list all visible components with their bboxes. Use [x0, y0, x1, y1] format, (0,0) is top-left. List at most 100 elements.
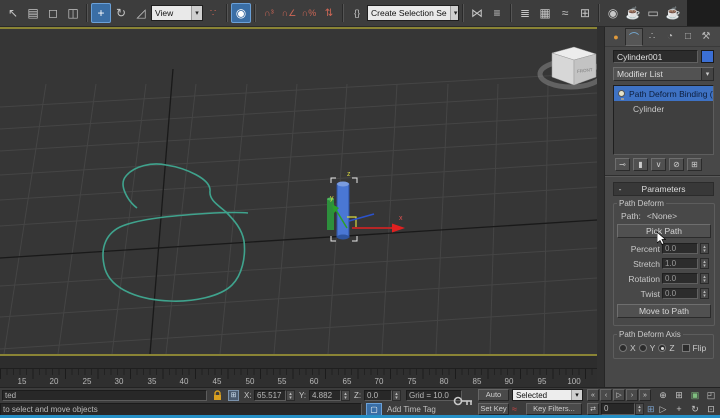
axis-y-radio[interactable]	[638, 344, 647, 352]
chevron-down-icon[interactable]: ▾	[191, 6, 202, 20]
stretch-spinner[interactable]: ▴ ▾	[700, 258, 709, 269]
modifier-list-dropdown[interactable]: Modifier List ▾	[613, 67, 714, 81]
cylinder-object[interactable]	[336, 181, 350, 240]
viewport-canvas[interactable]: x y z FRONT	[0, 29, 597, 354]
rotation-spinner[interactable]: ▴ ▾	[700, 273, 709, 284]
time-slider-ruler[interactable]: 15 20 25 30 35 40 45 50 55 60 65 70 75 8…	[0, 369, 597, 387]
selection-lock-icon[interactable]	[212, 390, 223, 401]
mirror-icon[interactable]: ⋈	[467, 3, 487, 23]
select-and-move-icon[interactable]: +	[91, 3, 111, 23]
x-coordinate-input[interactable]: 65.517	[254, 390, 286, 401]
green-object[interactable]	[327, 197, 334, 231]
gizmo-x-arrowhead[interactable]	[392, 223, 405, 233]
align-icon[interactable]: ≡	[487, 3, 507, 23]
key-mode-toggle-icon[interactable]: ⇄	[587, 403, 599, 415]
render-production-icon[interactable]: ☕	[663, 3, 683, 23]
viewcube[interactable]: FRONT	[537, 46, 597, 90]
z-spinner[interactable]: ▴ ▾	[392, 390, 401, 401]
chevron-down-icon[interactable]: ▾	[449, 6, 458, 20]
axis-z-radio[interactable]	[658, 344, 667, 352]
remove-modifier-icon[interactable]: ⊘	[669, 158, 684, 171]
perspective-viewport[interactable]: x y z FRONT	[0, 27, 597, 356]
field-of-view-icon[interactable]: ▷	[656, 403, 670, 415]
z-coordinate-input[interactable]: 0.0	[364, 390, 392, 401]
zoom-region-icon[interactable]: ◰	[704, 389, 718, 401]
window-crossing-icon[interactable]: ◫	[63, 3, 83, 23]
pan-icon[interactable]: +	[672, 403, 686, 415]
tab-create-icon[interactable]: ●	[607, 28, 625, 46]
pin-stack-icon[interactable]: ⊸	[615, 158, 630, 171]
play-button[interactable]: ▷	[613, 389, 625, 401]
y-spinner[interactable]: ▴ ▾	[341, 390, 350, 401]
add-time-tag[interactable]: Add Time Tag	[387, 405, 436, 414]
selection-region-icon[interactable]: ◻	[43, 3, 63, 23]
object-name-input[interactable]: Cylinder001	[613, 50, 698, 63]
edit-named-selection-sets-icon[interactable]: {}	[347, 3, 367, 23]
tab-hierarchy-icon[interactable]: ∴	[643, 28, 661, 46]
frame-spinner[interactable]: ▴ ▾	[635, 403, 644, 415]
schematic-view-icon[interactable]: ⊞	[575, 3, 595, 23]
absolute-mode-icon[interactable]: ⊞	[228, 390, 239, 401]
maximize-viewport-icon[interactable]: ⊡	[704, 403, 718, 415]
axis-x-radio[interactable]	[619, 344, 627, 352]
percent-spinner[interactable]: ▴ ▾	[700, 243, 709, 254]
angle-snap-icon[interactable]: ∩∠	[279, 3, 299, 23]
select-by-name-icon[interactable]: ▤	[23, 3, 43, 23]
chevron-down-icon[interactable]: ▾	[701, 68, 713, 80]
configure-modifier-sets-icon[interactable]: ⊞	[687, 158, 702, 171]
set-key-button[interactable]: Set Key	[478, 403, 509, 415]
stretch-input[interactable]: 1.0	[662, 258, 698, 269]
zoom-all-icon[interactable]: ⊞	[672, 389, 686, 401]
modifier-enabled-bulb-icon[interactable]	[618, 90, 625, 100]
curve-editor-icon[interactable]: ≈	[555, 3, 575, 23]
render-setup-icon[interactable]: ☕	[623, 3, 643, 23]
go-to-start-button[interactable]: «	[587, 389, 599, 401]
next-frame-button[interactable]: ›	[626, 389, 638, 401]
time-configuration-icon[interactable]: ⊞	[647, 404, 655, 415]
select-and-scale-icon[interactable]: ◿	[131, 3, 151, 23]
select-and-rotate-icon[interactable]: ↻	[111, 3, 131, 23]
go-to-end-button[interactable]: »	[639, 389, 651, 401]
tab-utilities-icon[interactable]: ⚒	[697, 28, 715, 46]
toolbox-icon[interactable]: ▦	[535, 3, 555, 23]
key-filters-button[interactable]: Key Filters...	[526, 403, 582, 415]
named-selection-set-dropdown[interactable]: Create Selection Se ▾	[367, 5, 459, 21]
select-and-manipulate-icon[interactable]: ◉	[231, 3, 251, 23]
x-spinner[interactable]: ▴ ▾	[286, 390, 295, 401]
reference-coordinate-dropdown[interactable]: View ▾	[151, 5, 203, 21]
rendered-frame-icon[interactable]: ▭	[643, 3, 663, 23]
layer-manager-icon[interactable]: ≣	[515, 3, 535, 23]
tab-display-icon[interactable]: □	[679, 28, 697, 46]
select-object-icon[interactable]: ↖	[3, 3, 23, 23]
modifier-stack-item-path-deform[interactable]: Path Deform Binding (WS	[614, 86, 713, 101]
previous-frame-button[interactable]: ‹	[600, 389, 612, 401]
make-unique-icon[interactable]: ∨	[651, 158, 666, 171]
object-color-swatch[interactable]	[701, 50, 714, 63]
auto-key-button[interactable]: Auto Key	[478, 389, 509, 409]
twist-spinner[interactable]: ▴ ▾	[700, 288, 709, 299]
percent-snap-icon[interactable]: ∩%	[299, 3, 319, 23]
set-key-curve-icon[interactable]: ≈	[512, 404, 517, 414]
pick-path-button[interactable]: Pick Path	[617, 224, 711, 245]
show-end-result-icon[interactable]: ▮	[633, 158, 648, 171]
twist-input[interactable]: 0.0	[662, 288, 698, 299]
move-to-path-button[interactable]: Move to Path	[617, 304, 711, 318]
spinner-snap-icon[interactable]: ⇅	[319, 3, 339, 23]
percent-input[interactable]: 0.0	[662, 243, 698, 254]
set-keys-key-icon[interactable]	[452, 390, 474, 412]
rotation-input[interactable]: 0.0	[662, 273, 698, 284]
spline-curve[interactable]	[102, 163, 249, 302]
use-center-icon[interactable]: ∵	[203, 3, 223, 23]
material-editor-icon[interactable]: ◉	[603, 3, 623, 23]
y-coordinate-input[interactable]: 4.882	[309, 390, 341, 401]
collapse-icon[interactable]: -	[614, 184, 626, 194]
zoom-extents-icon[interactable]: ▣	[688, 389, 702, 401]
current-frame-input[interactable]: 0	[601, 403, 635, 415]
parameters-rollout-header[interactable]: - Parameters	[613, 182, 714, 196]
orbit-icon[interactable]: ↻	[688, 403, 702, 415]
zoom-icon[interactable]: ⊕	[656, 389, 670, 401]
snap-toggle-icon[interactable]: ∩³	[259, 3, 279, 23]
modifier-stack-item-cylinder[interactable]: Cylinder	[614, 101, 713, 116]
track-bar[interactable]	[0, 356, 597, 369]
tab-motion-icon[interactable]: ◔	[661, 28, 679, 46]
